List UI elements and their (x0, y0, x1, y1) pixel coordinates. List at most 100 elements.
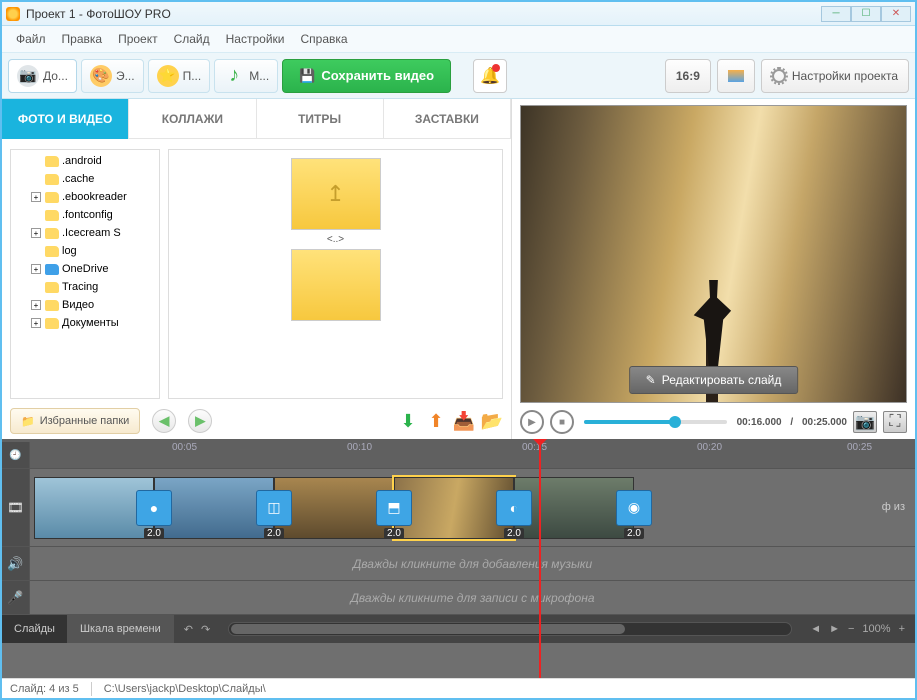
folder-icon (45, 228, 59, 239)
effects-button[interactable]: 🎨 Э... (81, 59, 144, 93)
playhead[interactable] (539, 439, 541, 678)
scroll-right-button[interactable]: ► (829, 623, 840, 635)
preview-viewport[interactable]: ✎ Редактировать слайд (520, 105, 907, 403)
tree-item-label: OneDrive (62, 263, 108, 275)
folder-icon (45, 318, 59, 329)
timeline-bottom-bar: Слайды Шкала времени ↶ ↷ ◄ ► − 100% + (2, 615, 915, 643)
expand-icon[interactable]: + (31, 192, 41, 202)
nav-back-button[interactable]: ◀ (152, 409, 176, 433)
tree-item-label: .fontconfig (62, 209, 113, 221)
snapshot-button[interactable]: 📷 (853, 411, 877, 433)
proj-settings-label: Настройки проекта (792, 69, 898, 83)
scrollbar-thumb[interactable] (231, 624, 624, 634)
time-current: 00:16.000 (737, 417, 782, 428)
scroll-left-button[interactable]: ◄ (810, 623, 821, 635)
transition-2[interactable]: ◫ (256, 490, 292, 526)
mic-icon: 🎤 (2, 581, 30, 614)
timeline-scrollbar[interactable] (228, 622, 792, 636)
tree-item[interactable]: +.Icecream S (13, 224, 157, 242)
menu-edit[interactable]: Правка (56, 30, 109, 48)
mic-track-hint: Дважды кликните для записи с микрофона (30, 581, 915, 614)
expand-icon[interactable]: + (31, 228, 41, 238)
folder-icon (45, 264, 59, 275)
tab-photo-video[interactable]: ФОТО И ВИДЕО (2, 99, 129, 139)
clock-icon: 🕘 (2, 442, 30, 468)
timeline-view-tab[interactable]: Шкала времени (68, 615, 174, 643)
slides-view-tab[interactable]: Слайды (2, 615, 68, 643)
expand-icon[interactable]: + (31, 318, 41, 328)
seek-knob[interactable] (669, 416, 681, 428)
project-settings-button[interactable]: Настройки проекта (761, 59, 909, 93)
music-button[interactable]: ♪ М... (214, 59, 278, 93)
menu-help[interactable]: Справка (294, 30, 353, 48)
add-button[interactable]: 📷 До... (8, 59, 77, 93)
main-area: ФОТО И ВИДЕО КОЛЛАЖИ ТИТРЫ ЗАСТАВКИ .and… (2, 99, 915, 439)
save-video-button[interactable]: 💾 Сохранить видео (282, 59, 451, 93)
time-ruler[interactable]: 🕘 00:05 00:10 00:15 00:20 00:25 (2, 439, 915, 469)
favorites-button[interactable]: ⭐ П... (148, 59, 211, 93)
menu-settings[interactable]: Настройки (220, 30, 291, 48)
menu-slide[interactable]: Слайд (168, 30, 216, 48)
nav-forward-button[interactable]: ▶ (188, 409, 212, 433)
tree-item-label: Документы (62, 317, 119, 329)
fav-label: П... (183, 69, 202, 83)
audio-track-hint: Дважды кликните для добавления музыки (30, 547, 915, 580)
close-button[interactable]: ✕ (881, 6, 911, 22)
folder-icon (45, 300, 59, 311)
tab-intro[interactable]: ЗАСТАВКИ (384, 99, 511, 139)
transition-3[interactable]: ⬒ (376, 490, 412, 526)
folder-star-icon: 📁 (21, 415, 35, 428)
tree-item[interactable]: .cache (13, 170, 157, 188)
import-folder-icon[interactable]: 📥 (453, 410, 475, 432)
theme-button[interactable] (717, 59, 755, 93)
clip-container[interactable]: ● ◫ ⬒ ◐ ◉ ф из (30, 469, 915, 546)
download-icon[interactable]: ⬇ (397, 410, 419, 432)
upload-icon[interactable]: ⬆ (425, 410, 447, 432)
preview-panel: ✎ Редактировать слайд ▶ ■ 00:16.000 / 00… (512, 99, 915, 439)
maximize-button[interactable]: ☐ (851, 6, 881, 22)
tree-item[interactable]: + OneDrive (13, 260, 157, 278)
favorite-folders-button[interactable]: 📁 Избранные папки (10, 408, 140, 434)
titlebar: Проект 1 - ФотоШОУ PRO ─ ☐ ✕ (2, 2, 915, 26)
transition-5[interactable]: ◉ (616, 490, 652, 526)
open-folder-icon[interactable]: 📂 (481, 410, 503, 432)
tab-titles[interactable]: ТИТРЫ (257, 99, 384, 139)
folder-tree[interactable]: .android.cache+.ebookreader .fontconfig +.… (10, 149, 160, 399)
menu-file[interactable]: Файл (10, 30, 52, 48)
tree-item[interactable]: log (13, 242, 157, 260)
expand-icon[interactable]: + (31, 300, 41, 310)
redo-button[interactable]: ↷ (201, 623, 210, 636)
notifications-button[interactable]: 🔔 (473, 59, 507, 93)
edit-slide-button[interactable]: ✎ Редактировать слайд (629, 366, 799, 394)
file-browser: .android.cache+.ebookreader .fontconfig +.… (2, 139, 511, 403)
zoom-in-button[interactable]: + (899, 623, 905, 635)
content-tabs: ФОТО И ВИДЕО КОЛЛАЖИ ТИТРЫ ЗАСТАВКИ (2, 99, 511, 139)
stop-button[interactable]: ■ (550, 410, 574, 434)
menu-project[interactable]: Проект (112, 30, 164, 48)
gear-icon (772, 69, 786, 83)
zoom-out-button[interactable]: − (848, 623, 854, 635)
fullscreen-button[interactable]: ⛶ (883, 411, 907, 433)
effects-label: Э... (116, 69, 135, 83)
transition-1[interactable]: ● (136, 490, 172, 526)
folder-up-thumb[interactable]: ↥ (291, 158, 381, 230)
transition-4[interactable]: ◐ (496, 490, 532, 526)
folder-thumb[interactable] (291, 249, 381, 321)
play-button[interactable]: ▶ (520, 410, 544, 434)
expand-icon[interactable]: + (31, 264, 41, 274)
seek-slider[interactable] (584, 420, 727, 424)
aspect-ratio-button[interactable]: 16:9 (665, 59, 711, 93)
tab-collage[interactable]: КОЛЛАЖИ (129, 99, 256, 139)
minimize-button[interactable]: ─ (821, 6, 851, 22)
tree-item[interactable]: + Документы (13, 314, 157, 332)
undo-button[interactable]: ↶ (184, 623, 193, 636)
tree-item[interactable]: Tracing (13, 278, 157, 296)
tree-item[interactable]: +.ebookreader (13, 188, 157, 206)
mic-track[interactable]: 🎤 Дважды кликните для записи с микрофона (2, 581, 915, 615)
audio-track[interactable]: 🔊 Дважды кликните для добавления музыки (2, 547, 915, 581)
tree-item[interactable]: +Видео (13, 296, 157, 314)
tree-item[interactable]: .android (13, 152, 157, 170)
palette-icon: 🎨 (90, 65, 112, 87)
folder-icon (45, 210, 59, 221)
tree-item[interactable]: .fontconfig (13, 206, 157, 224)
